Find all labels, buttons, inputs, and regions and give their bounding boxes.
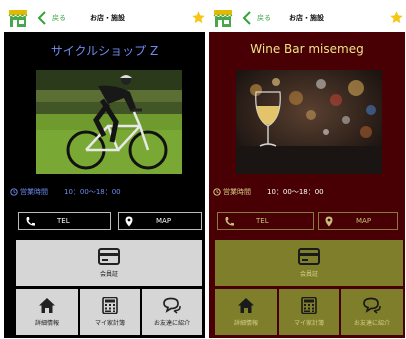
phone-icon [26, 216, 35, 226]
home-icon [39, 298, 55, 313]
refer-friend-tile[interactable]: お友達に紹介 [341, 289, 403, 335]
member-card-label: 会員証 [99, 271, 118, 278]
nav-title: お店・施設 [289, 14, 324, 22]
chevron-left-icon [37, 11, 46, 25]
tel-button[interactable]: TEL [217, 212, 314, 230]
hours-time: 10：00〜18：00 [64, 188, 121, 196]
store-icon [8, 10, 28, 27]
wine-glass-photo [236, 70, 382, 174]
refer-friend-label: お友達に紹介 [153, 320, 190, 327]
shop-name: サイクルショップ Z [50, 44, 159, 58]
hours-time: 10：00〜18：00 [267, 188, 324, 196]
tel-label: TEL [256, 217, 269, 225]
home-icon [238, 298, 254, 313]
map-button[interactable]: MAP [318, 212, 398, 230]
nav-title: お店・施設 [90, 14, 125, 22]
details-tile[interactable]: 詳細情報 [215, 289, 277, 335]
member-card-label: 会員証 [299, 271, 318, 278]
back-button[interactable]: 戻る [36, 10, 66, 26]
app-screen-wine-bar: 戻る お店・施設 Wine Bar misemeg 営業時間 10：00〜18：… [209, 4, 405, 338]
map-label: MAP [356, 217, 372, 225]
details-tile[interactable]: 詳細情報 [16, 289, 78, 335]
card-icon [98, 248, 120, 265]
top-bar: 戻る お店・施設 [4, 4, 205, 32]
cyclist-photo [36, 70, 182, 174]
member-card-button[interactable]: 会員証 [16, 240, 202, 286]
chevron-left-icon [242, 11, 251, 25]
shop-name: Wine Bar misemeg [250, 42, 364, 56]
refer-friend-label: お友達に紹介 [353, 320, 390, 327]
app-screen-cycle-shop: 戻る お店・施設 サイクルショップ Z 営業時間 10：00〜18：00 TEL… [4, 4, 205, 338]
chat-icon [163, 297, 181, 314]
household-budget-label: マイ家計簿 [293, 320, 324, 327]
refer-friend-tile[interactable]: お友達に紹介 [142, 289, 202, 335]
map-pin-icon [325, 216, 333, 226]
tel-button[interactable]: TEL [18, 212, 111, 230]
star-icon[interactable] [191, 10, 205, 25]
details-label: 詳細情報 [233, 320, 258, 327]
household-budget-label: マイ家計簿 [94, 320, 125, 327]
map-pin-icon [125, 216, 133, 226]
calculator-icon [301, 297, 317, 314]
member-card-button[interactable]: 会員証 [215, 240, 403, 286]
hours-label: 営業時間 [20, 188, 48, 196]
business-hours: 営業時間 10：00〜18：00 [10, 186, 121, 198]
card-icon [298, 248, 320, 265]
household-budget-tile[interactable]: マイ家計簿 [279, 289, 339, 335]
clock-icon [10, 188, 18, 196]
tel-label: TEL [57, 217, 70, 225]
top-bar: 戻る お店・施設 [209, 4, 405, 32]
business-hours: 営業時間 10：00〜18：00 [213, 186, 324, 198]
clock-icon [213, 188, 221, 196]
map-button[interactable]: MAP [118, 212, 202, 230]
hours-label: 営業時間 [223, 188, 251, 196]
back-label: 戻る [257, 14, 271, 22]
star-icon[interactable] [389, 10, 404, 25]
back-button[interactable]: 戻る [241, 10, 271, 26]
household-budget-tile[interactable]: マイ家計簿 [80, 289, 140, 335]
calculator-icon [102, 297, 118, 314]
back-label: 戻る [52, 14, 66, 22]
store-icon [213, 10, 233, 27]
phone-icon [225, 216, 234, 226]
map-label: MAP [156, 217, 172, 225]
chat-icon [363, 297, 381, 314]
details-label: 詳細情報 [34, 320, 59, 327]
